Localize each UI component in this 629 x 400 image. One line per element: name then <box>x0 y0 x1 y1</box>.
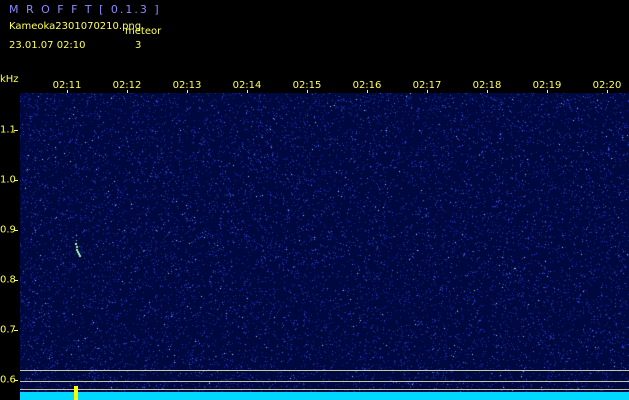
timestamp: 23.01.07 02:10 <box>9 40 86 51</box>
khz-unit-label: kHz <box>0 74 19 85</box>
freq-tick <box>14 230 18 231</box>
spectrogram <box>20 93 629 400</box>
spectrogram-canvas <box>20 93 629 400</box>
meteor-marker <box>74 386 78 400</box>
file-name: Kameoka2301070210.png <box>9 21 142 32</box>
reference-line-lower <box>20 389 629 390</box>
freq-tick <box>14 330 18 331</box>
freq-tick <box>14 180 18 181</box>
reference-line-middle <box>20 381 629 382</box>
meteor-label: meteor <box>125 26 162 37</box>
freq-tick <box>14 280 18 281</box>
reference-line-upper <box>20 370 629 371</box>
meteor-count: 3 <box>135 40 142 51</box>
noise-floor-band <box>20 392 629 400</box>
freq-tick <box>14 130 18 131</box>
app-title: M R O F F T [ 0.1.3 ] <box>9 3 161 16</box>
freq-tick <box>14 380 18 381</box>
